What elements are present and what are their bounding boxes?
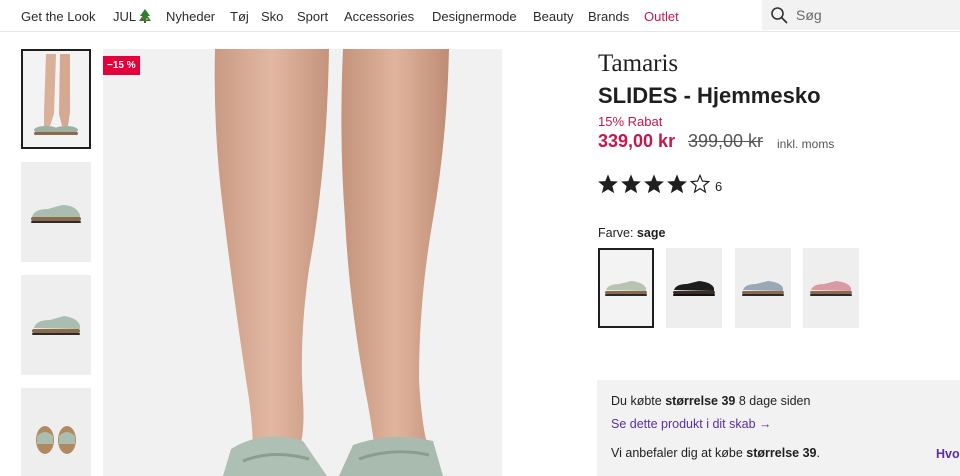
product-brand[interactable]: Tamaris: [598, 50, 678, 78]
star-empty-icon: [689, 173, 711, 194]
discount-text: 15% Rabat: [598, 114, 663, 129]
nav-item-sko[interactable]: Sko: [261, 9, 283, 24]
purchased-size: størrelse 39: [665, 394, 736, 408]
nav-item-jul[interactable]: JUL: [113, 9, 152, 24]
color-swatch-grey-blue[interactable]: [735, 248, 791, 328]
purchase-prefix: Du købte: [611, 394, 662, 408]
original-price: 399,00 kr: [688, 131, 764, 151]
sandal-top-thumbnail-image: [36, 426, 76, 454]
search-icon: [771, 7, 788, 24]
star-filled-icon: [667, 174, 687, 194]
nav-item-jul-label: JUL: [113, 9, 137, 24]
search-input[interactable]: [796, 4, 946, 26]
size-recommendation-line: Vi anbefaler dig at købe størrelse 39.: [611, 446, 820, 460]
color-swatch-sage[interactable]: [598, 248, 654, 328]
purchase-suffix: 8 dage siden: [738, 394, 811, 408]
main-product-image[interactable]: [103, 49, 502, 476]
sandal-pink-image: [810, 281, 852, 296]
star-filled-icon: [644, 174, 664, 194]
sandal-pair-thumbnail-image: [32, 316, 80, 335]
current-price: 339,00 kr: [598, 131, 676, 151]
model-legs-image: [214, 49, 449, 476]
sandal-side-thumbnail-image: [31, 205, 81, 223]
gallery-thumbnail-3[interactable]: [21, 275, 91, 375]
nav-item-brands[interactable]: Brands: [588, 9, 629, 24]
nav-item-beauty[interactable]: Beauty: [533, 9, 573, 24]
color-swatch-pink[interactable]: [803, 248, 859, 328]
nav-item-sport[interactable]: Sport: [297, 9, 328, 24]
christmas-tree-icon: [139, 9, 152, 23]
nav-item-toj[interactable]: Tøj: [230, 9, 249, 24]
recommendation-suffix: .: [816, 446, 820, 460]
search-box[interactable]: [762, 0, 960, 30]
top-navigation: Get the Look JUL Nyheder Tøj Sko Sport A…: [0, 0, 960, 32]
product-model-thumbnail-image: [34, 54, 78, 135]
rating-count[interactable]: 6: [715, 179, 722, 194]
product-title: SLIDES - Hjemmesko: [598, 83, 821, 108]
nav-item-get-the-look[interactable]: Get the Look: [21, 9, 95, 24]
star-filled-icon: [598, 174, 618, 194]
how-link[interactable]: Hvor: [936, 447, 960, 461]
gallery-thumbnail-1[interactable]: [21, 49, 91, 149]
nav-item-outlet[interactable]: Outlet: [644, 9, 679, 24]
gallery-thumbnail-4[interactable]: [21, 388, 91, 476]
sandal-grey-blue-image: [742, 281, 784, 296]
sandal-sage-image: [605, 281, 647, 296]
nav-item-accessories[interactable]: Accessories: [344, 9, 414, 24]
nav-item-nyheder[interactable]: Nyheder: [166, 9, 215, 24]
gallery-thumbnail-2[interactable]: [21, 162, 91, 262]
discount-badge: −15 %: [103, 56, 140, 75]
size-info-box: Du købte størrelse 39 8 dage siden Se de…: [597, 380, 960, 476]
color-swatch-black[interactable]: [666, 248, 722, 328]
sandal-black-image: [673, 281, 715, 296]
purchase-history-line: Du købte størrelse 39 8 dage siden: [611, 394, 810, 408]
color-label: Farve: sage: [598, 226, 665, 240]
star-filled-icon: [621, 174, 641, 194]
color-label-text: Farve:: [598, 226, 634, 240]
see-in-closet-link[interactable]: Se dette produkt i dit skab →: [611, 417, 772, 431]
rating-stars[interactable]: [597, 173, 711, 197]
recommended-size: størrelse 39: [746, 446, 817, 460]
nav-item-designermode[interactable]: Designermode: [432, 9, 517, 24]
tax-note: inkl. moms: [777, 137, 835, 151]
selected-color-value: sage: [636, 226, 666, 240]
recommendation-prefix: Vi anbefaler dig at købe: [611, 446, 743, 460]
